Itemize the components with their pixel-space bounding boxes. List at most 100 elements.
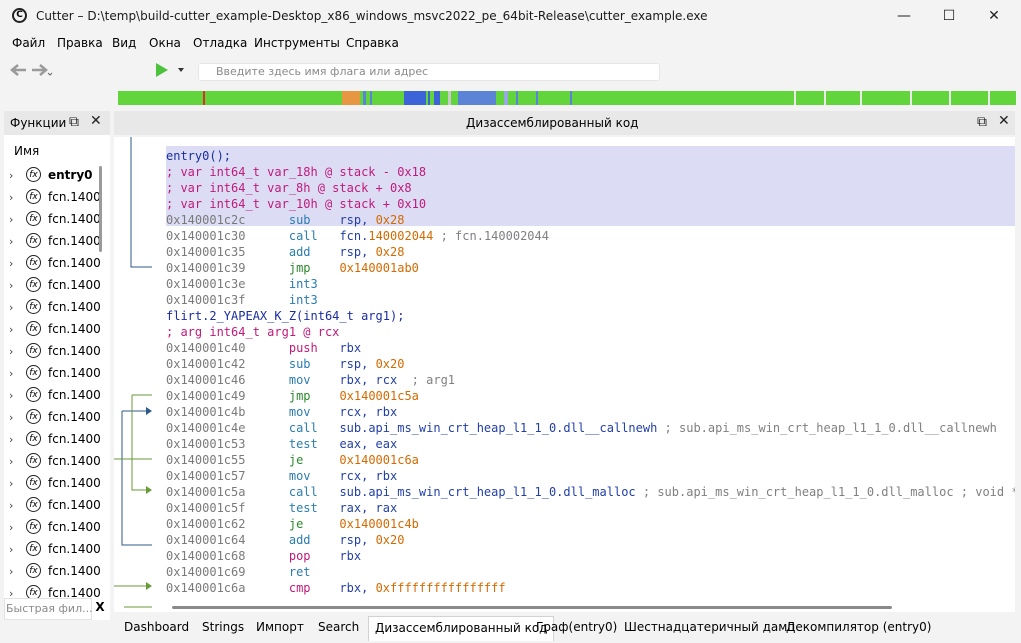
- chevron-right-icon[interactable]: ›: [9, 433, 13, 446]
- close-icon[interactable]: ✕: [971, 0, 1017, 32]
- chevron-right-icon[interactable]: ›: [9, 257, 13, 270]
- clear-filter-icon[interactable]: X: [92, 600, 108, 616]
- code-line-header[interactable]: ; var int64_t var_10h @ stack + 0x10: [166, 196, 426, 212]
- scrollbar[interactable]: [99, 166, 102, 252]
- function-icon: fx: [26, 321, 41, 336]
- instruction-line[interactable]: 0x140001c53 test eax, eax: [166, 436, 397, 452]
- function-list-item[interactable]: › fx fcn.1400: [6, 386, 101, 408]
- menu-help[interactable]: Справка: [346, 36, 399, 50]
- close-panel-icon[interactable]: ✕: [998, 113, 1010, 129]
- menu-view[interactable]: Вид: [112, 36, 136, 50]
- function-list-item[interactable]: › fx fcn.1400: [6, 210, 101, 232]
- chevron-right-icon[interactable]: ›: [9, 323, 13, 336]
- forward-arrow-icon[interactable]: [30, 62, 54, 78]
- instruction-line[interactable]: 0x140001c69 ret: [166, 564, 339, 580]
- float-icon[interactable]: ⧉: [977, 114, 987, 130]
- column-header-name[interactable]: Имя: [14, 144, 39, 158]
- tab-item[interactable]: Dashboard: [118, 616, 195, 640]
- code-line-header[interactable]: entry0();: [166, 148, 231, 164]
- chevron-right-icon[interactable]: ›: [9, 235, 13, 248]
- function-list-item[interactable]: › fx fcn.1400: [6, 518, 101, 540]
- function-list-item[interactable]: › fx fcn.1400: [6, 496, 101, 518]
- menu-windows[interactable]: Окна: [149, 36, 181, 50]
- tab-item[interactable]: Search: [312, 616, 365, 640]
- instruction-line[interactable]: 0x140001c5a call sub.api_ms_win_crt_heap…: [166, 484, 1015, 500]
- function-list-item[interactable]: › fx fcn.1400: [6, 276, 101, 298]
- tab-item[interactable]: Дизассемблированный код: [368, 616, 555, 641]
- code-line-header[interactable]: ; var int64_t var_18h @ stack - 0x18: [166, 164, 426, 180]
- function-list-item[interactable]: › fx fcn.1400: [6, 320, 101, 342]
- function-icon: fx: [26, 409, 41, 424]
- instruction-line[interactable]: 0x140001c42 sub rsp, 0x20: [166, 356, 404, 372]
- function-list-item[interactable]: › fx fcn.1400: [6, 430, 101, 452]
- minimize-icon[interactable]: —: [881, 0, 927, 32]
- menu-file[interactable]: Файл: [12, 36, 45, 50]
- function-list-item[interactable]: › fx fcn.1400: [6, 232, 101, 254]
- instruction-line[interactable]: 0x140001c46 mov rbx, rcx ; arg1: [166, 372, 455, 388]
- function-list-item[interactable]: › fx fcn.1400: [6, 540, 101, 562]
- chevron-right-icon[interactable]: ›: [9, 411, 13, 424]
- function-list-item[interactable]: › fx fcn.1400: [6, 188, 101, 210]
- instruction-line[interactable]: 0x140001c64 add rsp, 0x20: [166, 532, 404, 548]
- chevron-right-icon[interactable]: ›: [9, 521, 13, 534]
- run-icon[interactable]: [154, 62, 186, 78]
- overview-bar[interactable]: [118, 91, 1016, 105]
- chevron-right-icon[interactable]: ›: [9, 565, 13, 578]
- tab-item[interactable]: Импорт: [250, 616, 310, 640]
- function-list-item[interactable]: › fx fcn.1400: [6, 254, 101, 276]
- instruction-line[interactable]: 0x140001c4e call sub.api_ms_win_crt_heap…: [166, 420, 997, 436]
- instruction-line[interactable]: 0x140001c6a cmp rbx, 0xffffffffffffffff: [166, 580, 506, 596]
- back-arrow-icon[interactable]: [8, 62, 28, 78]
- chevron-right-icon[interactable]: ›: [9, 301, 13, 314]
- instruction-line[interactable]: 0x140001c68 pop rbx: [166, 548, 361, 564]
- horizontal-scrollbar[interactable]: [172, 606, 892, 609]
- arg-line[interactable]: ; arg int64_t arg1 @ rcx: [166, 324, 339, 340]
- address: 0x140001c6a: [166, 581, 246, 595]
- instruction-line[interactable]: 0x140001c5f test rax, rax: [166, 500, 397, 516]
- float-icon[interactable]: ⧉: [69, 114, 79, 130]
- tab-item[interactable]: Strings: [196, 616, 250, 640]
- tab-item[interactable]: Граф(entry0): [530, 616, 623, 640]
- instruction-line[interactable]: 0x140001c3e int3: [166, 276, 339, 292]
- close-panel-icon[interactable]: ✕: [90, 113, 102, 129]
- address: 0x140001c4b: [166, 405, 246, 419]
- instruction-line[interactable]: 0x140001c62 je 0x140001c4b: [166, 516, 419, 532]
- chevron-right-icon[interactable]: ›: [9, 367, 13, 380]
- chevron-right-icon[interactable]: ›: [9, 543, 13, 556]
- chevron-right-icon[interactable]: ›: [9, 455, 13, 468]
- tab-item[interactable]: Декомпилятор (entry0): [780, 616, 937, 640]
- function-list-item[interactable]: › fx fcn.1400: [6, 474, 101, 496]
- function-list-item[interactable]: › fx fcn.1400: [6, 452, 101, 474]
- function-list-item[interactable]: › fx entry0: [6, 166, 94, 188]
- maximize-icon[interactable]: ☐: [926, 0, 972, 32]
- chevron-right-icon[interactable]: ›: [9, 345, 13, 358]
- code-line-header[interactable]: ; var int64_t var_8h @ stack + 0x8: [166, 180, 412, 196]
- function-list-item[interactable]: › fx fcn.1400: [6, 408, 101, 430]
- instruction-line[interactable]: 0x140001c2c sub rsp, 0x28: [166, 212, 404, 228]
- instruction-line[interactable]: 0x140001c40 push rbx: [166, 340, 361, 356]
- chevron-right-icon[interactable]: ›: [9, 279, 13, 292]
- function-list-item[interactable]: › fx fcn.1400: [6, 562, 101, 584]
- menu-tools[interactable]: Инструменты: [254, 36, 340, 50]
- menu-debug[interactable]: Отладка: [193, 36, 247, 50]
- chevron-right-icon[interactable]: ›: [9, 389, 13, 402]
- tab-item[interactable]: Шестнадцатеричный дамп: [618, 616, 801, 640]
- instruction-line[interactable]: 0x140001c55 je 0x140001c6a: [166, 452, 419, 468]
- chevron-right-icon[interactable]: ›: [9, 213, 13, 226]
- instruction-line[interactable]: 0x140001c3f int3: [166, 292, 339, 308]
- chevron-right-icon[interactable]: ›: [9, 169, 13, 182]
- function-header-line[interactable]: flirt.2_YAPEAX_K_Z(int64_t arg1);: [166, 308, 404, 324]
- instruction-line[interactable]: 0x140001c4b mov rcx, rbx: [166, 404, 397, 420]
- instruction-line[interactable]: 0x140001c30 call fcn.140002044 ; fcn.140…: [166, 228, 549, 244]
- function-list-item[interactable]: › fx fcn.1400: [6, 364, 101, 386]
- menu-edit[interactable]: Правка: [57, 36, 103, 50]
- function-list-item[interactable]: › fx fcn.1400: [6, 342, 101, 364]
- chevron-right-icon[interactable]: ›: [9, 499, 13, 512]
- instruction-line[interactable]: 0x140001c39 jmp 0x140001ab0: [166, 260, 419, 276]
- function-list-item[interactable]: › fx fcn.1400: [6, 298, 101, 320]
- chevron-right-icon[interactable]: ›: [9, 477, 13, 490]
- instruction-line[interactable]: 0x140001c49 jmp 0x140001c5a: [166, 388, 419, 404]
- instruction-line[interactable]: 0x140001c35 add rsp, 0x28: [166, 244, 404, 260]
- instruction-line[interactable]: 0x140001c57 mov rcx, rbx: [166, 468, 397, 484]
- chevron-right-icon[interactable]: ›: [9, 191, 13, 204]
